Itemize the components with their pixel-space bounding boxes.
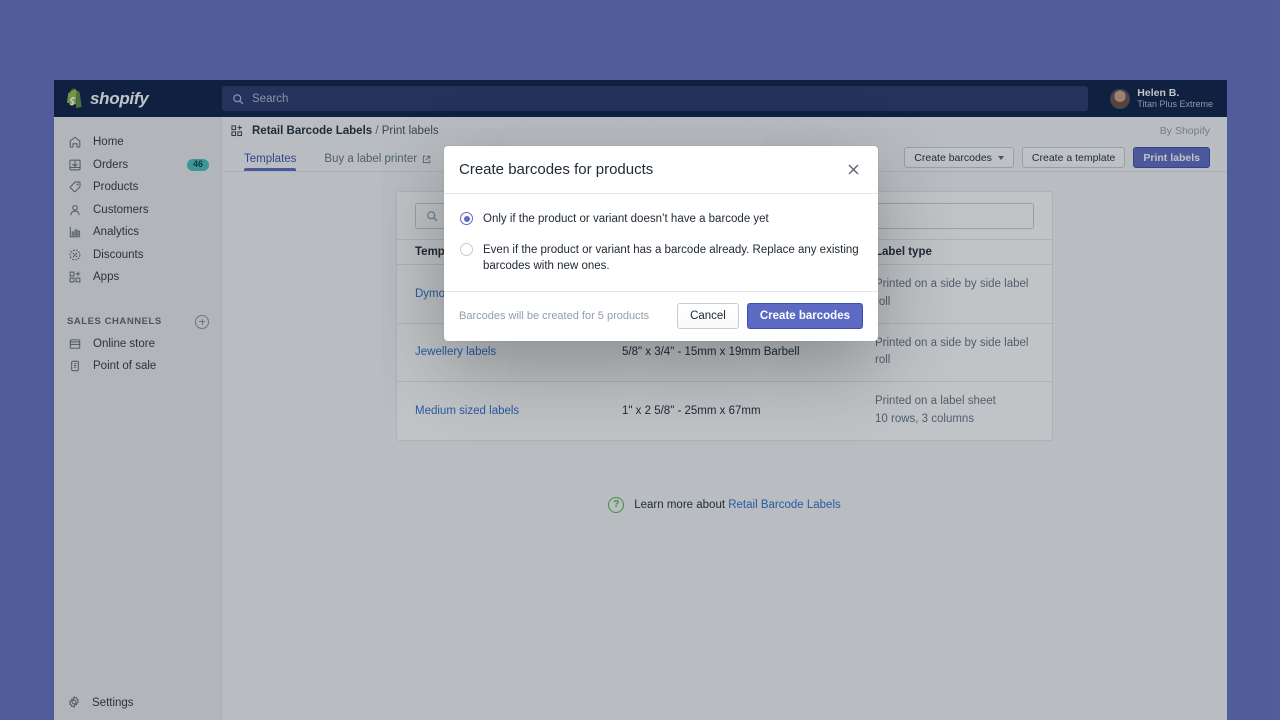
modal-overlay[interactable]: [0, 0, 1280, 720]
modal-footnote: Barcodes will be created for 5 products: [459, 310, 677, 322]
modal-actions: Cancel Create barcodes: [677, 303, 863, 329]
modal-body: Only if the product or variant doesn’t h…: [444, 194, 878, 292]
radio-button[interactable]: [460, 212, 473, 225]
modal-footer: Barcodes will be created for 5 products …: [444, 292, 878, 341]
cancel-button[interactable]: Cancel: [677, 303, 739, 329]
confirm-create-barcodes-button[interactable]: Create barcodes: [747, 303, 863, 329]
radio-label: Even if the product or variant has a bar…: [483, 242, 862, 275]
radio-option-replace-existing[interactable]: Even if the product or variant has a bar…: [460, 242, 862, 275]
modal-title: Create barcodes for products: [459, 161, 842, 178]
modal-header: Create barcodes for products: [444, 146, 878, 194]
radio-button[interactable]: [460, 243, 473, 256]
radio-option-only-if-missing[interactable]: Only if the product or variant doesn’t h…: [460, 211, 862, 228]
radio-label: Only if the product or variant doesn’t h…: [483, 211, 769, 228]
close-icon: [846, 162, 861, 177]
close-button[interactable]: [842, 159, 864, 181]
create-barcodes-modal: Create barcodes for products Only if the…: [444, 146, 878, 341]
